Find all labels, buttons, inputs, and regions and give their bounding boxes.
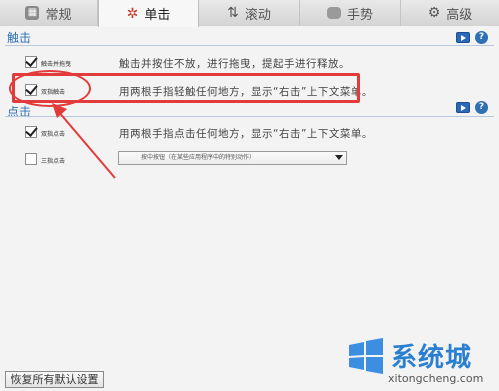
- checkbox-two-finger-click[interactable]: [25, 126, 37, 138]
- windows-logo-icon: [349, 338, 383, 374]
- tab-label: 滚动: [244, 7, 271, 23]
- tab-general[interactable]: ▦ 常规: [0, 0, 98, 26]
- section-divider: [5, 116, 494, 117]
- highlight-circle: [9, 70, 91, 107]
- checkbox-tap-drag[interactable]: [25, 56, 37, 68]
- scroll-arrows-icon: ⇅: [227, 5, 239, 21]
- option-label-three-finger-click: 三指点击: [41, 158, 66, 165]
- section-title-click: 点击: [7, 105, 32, 119]
- restore-defaults-button[interactable]: 恢复所有默认设置: [5, 371, 104, 388]
- cursor-click-icon: ✲: [126, 5, 139, 22]
- watermark-url: xitongcheng.com: [388, 372, 484, 385]
- tab-label: 高级: [446, 7, 473, 23]
- chevron-down-icon: [335, 155, 343, 160]
- option-label-two-finger-click: 双指点击: [41, 131, 66, 138]
- tab-click[interactable]: ✲ 单击: [98, 0, 199, 27]
- select-value: 按中按钮（在某些应用程序中的特别动作）: [141, 154, 256, 161]
- general-icon: ▦: [25, 6, 40, 20]
- gear-icon: ⚙: [427, 5, 441, 21]
- help-icon[interactable]: ?: [475, 101, 488, 114]
- tab-gestures[interactable]: 手势: [300, 0, 401, 26]
- video-demo-icon[interactable]: [456, 102, 470, 113]
- section-divider: [5, 45, 494, 46]
- option-desc-tap-drag: 触击并按住不放，进行拖曳，提起手进行释放。: [119, 58, 350, 70]
- section-title-touch: 触击: [7, 31, 32, 45]
- tab-advanced[interactable]: ⚙ 高级: [401, 0, 499, 26]
- tab-scroll[interactable]: ⇅ 滚动: [199, 0, 300, 26]
- three-finger-action-select[interactable]: 按中按钮（在某些应用程序中的特别动作）: [118, 151, 347, 165]
- option-label-tap-drag: 触击并拖曳: [41, 61, 72, 68]
- checkbox-three-finger-click[interactable]: [25, 153, 37, 165]
- option-desc-two-finger-click: 用两根手指点击任何地方，显示“右击”上下文菜单。: [119, 128, 373, 140]
- tab-bar: ▦ 常规 ✲ 单击 ⇅ 滚动 手势 ⚙ 高级: [0, 0, 499, 27]
- gesture-icon: [326, 7, 341, 19]
- watermark-brand: 系统城: [391, 343, 473, 373]
- video-demo-icon[interactable]: [456, 32, 470, 43]
- tab-label: 单击: [144, 8, 171, 23]
- tab-label: 手势: [346, 7, 373, 23]
- tab-label: 常规: [45, 7, 72, 23]
- help-icon[interactable]: ?: [475, 31, 488, 44]
